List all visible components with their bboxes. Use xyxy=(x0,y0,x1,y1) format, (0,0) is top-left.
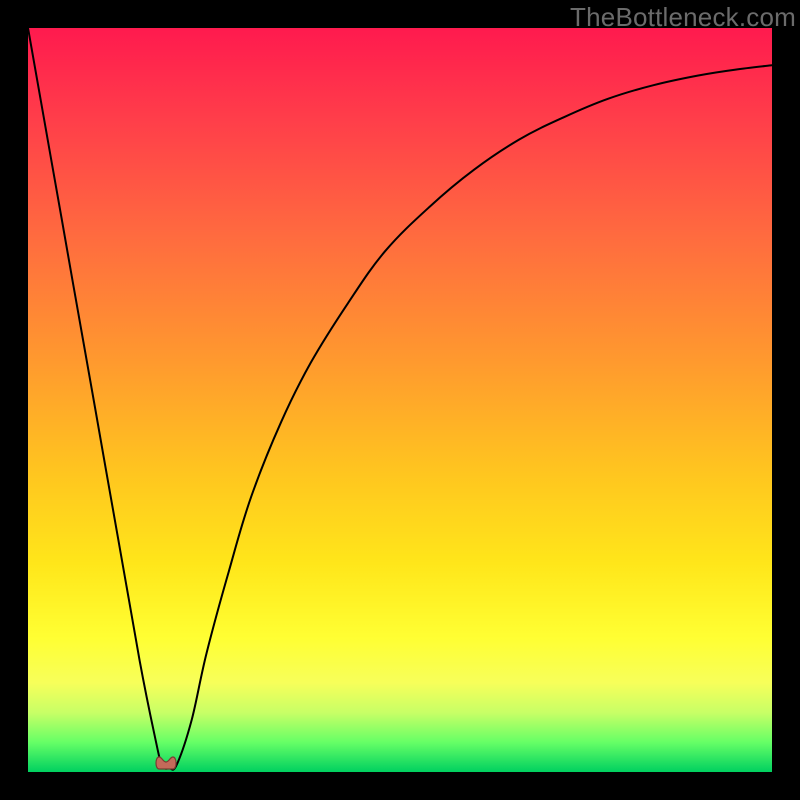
plot-area xyxy=(28,28,772,772)
curve-path xyxy=(28,28,772,770)
bottleneck-curve xyxy=(28,28,772,772)
chart-frame: TheBottleneck.com xyxy=(0,0,800,800)
